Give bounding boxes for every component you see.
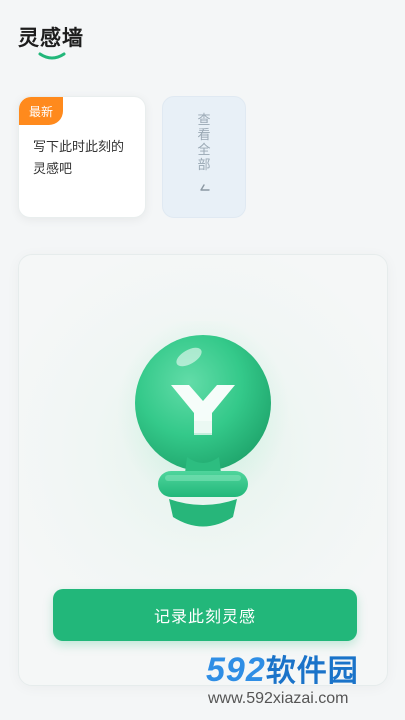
- record-inspiration-panel: 记录此刻灵感: [18, 254, 388, 686]
- watermark-brand-number: 592: [206, 651, 266, 689]
- view-all-label: 查看全部: [197, 113, 211, 173]
- latest-badge: 最新: [19, 97, 63, 125]
- watermark-brand-cn: 软件园: [265, 655, 359, 688]
- watermark-brand: 592软件园: [206, 646, 359, 690]
- page-title: 灵感墙: [18, 26, 84, 50]
- latest-card-text: 写下此时此刻的灵感吧: [33, 140, 125, 177]
- watermark-url: www.592xiazai.com: [208, 690, 349, 707]
- latest-inspiration-card[interactable]: 最新 写下此时此刻的灵感吧: [18, 96, 146, 218]
- lightbulb-icon: [117, 321, 289, 527]
- view-all-card[interactable]: 查看全部: [162, 96, 246, 218]
- record-inspiration-button[interactable]: 记录此刻灵感: [53, 589, 357, 641]
- arrow-icon: [200, 184, 210, 191]
- watermark: 592软件园 www.592xiazai.com: [198, 646, 405, 720]
- title-underline-decoration: [38, 52, 66, 60]
